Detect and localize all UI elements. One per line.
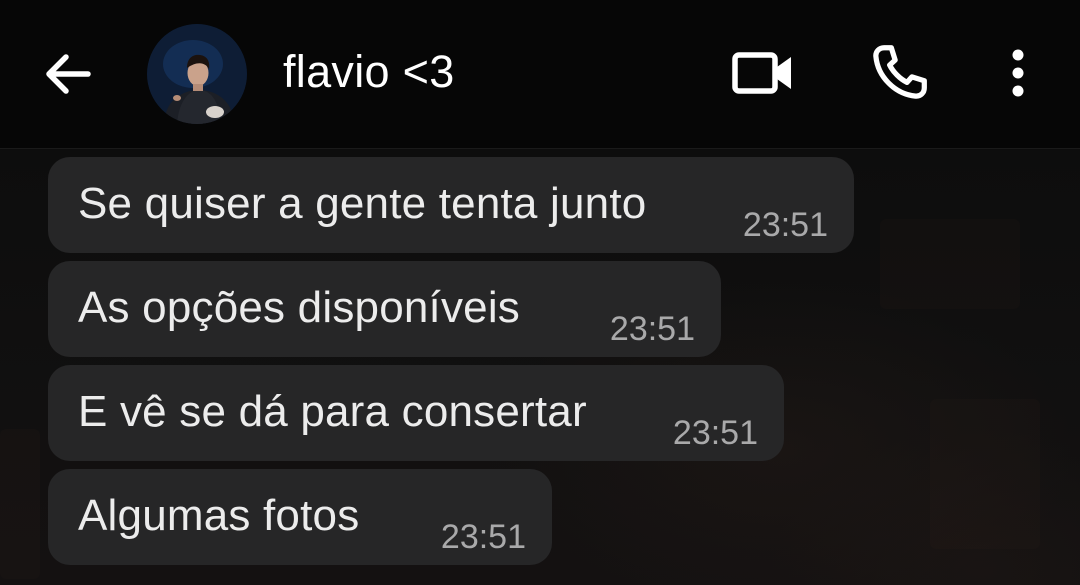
contact-avatar[interactable] bbox=[147, 24, 247, 124]
avatar-photo bbox=[147, 24, 247, 124]
video-call-button[interactable] bbox=[728, 40, 798, 106]
chat-header: flavio <3 bbox=[0, 0, 1080, 149]
back-button[interactable] bbox=[38, 44, 98, 104]
message-timestamp: 23:51 bbox=[440, 518, 526, 556]
arrow-left-icon bbox=[46, 54, 91, 94]
message-bubble[interactable]: As opções disponíveis 23:51 bbox=[48, 261, 721, 357]
message-bubble[interactable]: Se quiser a gente tenta junto 23:51 bbox=[48, 157, 854, 253]
message-bubble[interactable]: Algumas fotos 23:51 bbox=[48, 469, 552, 565]
more-options-button[interactable] bbox=[996, 40, 1040, 106]
message-timestamp: 23:51 bbox=[609, 310, 695, 348]
message-timestamp: 23:51 bbox=[672, 414, 758, 452]
wallpaper-decoration bbox=[0, 429, 40, 579]
message-bubble[interactable]: E vê se dá para consertar 23:51 bbox=[48, 365, 784, 461]
message-text: Algumas fotos bbox=[78, 491, 360, 540]
message-text: Se quiser a gente tenta junto bbox=[78, 179, 647, 228]
video-camera-icon bbox=[732, 52, 791, 94]
more-vertical-icon bbox=[1012, 49, 1024, 97]
chat-area[interactable]: Se quiser a gente tenta junto 23:51 As o… bbox=[0, 149, 1080, 585]
wallpaper-decoration bbox=[880, 219, 1020, 309]
voice-call-button[interactable] bbox=[866, 40, 932, 106]
message-timestamp: 23:51 bbox=[742, 206, 828, 244]
phone-icon bbox=[873, 45, 927, 99]
message-text: As opções disponíveis bbox=[78, 283, 521, 332]
wallpaper-decoration bbox=[930, 399, 1040, 549]
contact-name[interactable]: flavio <3 bbox=[283, 44, 455, 100]
message-text: E vê se dá para consertar bbox=[78, 387, 587, 436]
